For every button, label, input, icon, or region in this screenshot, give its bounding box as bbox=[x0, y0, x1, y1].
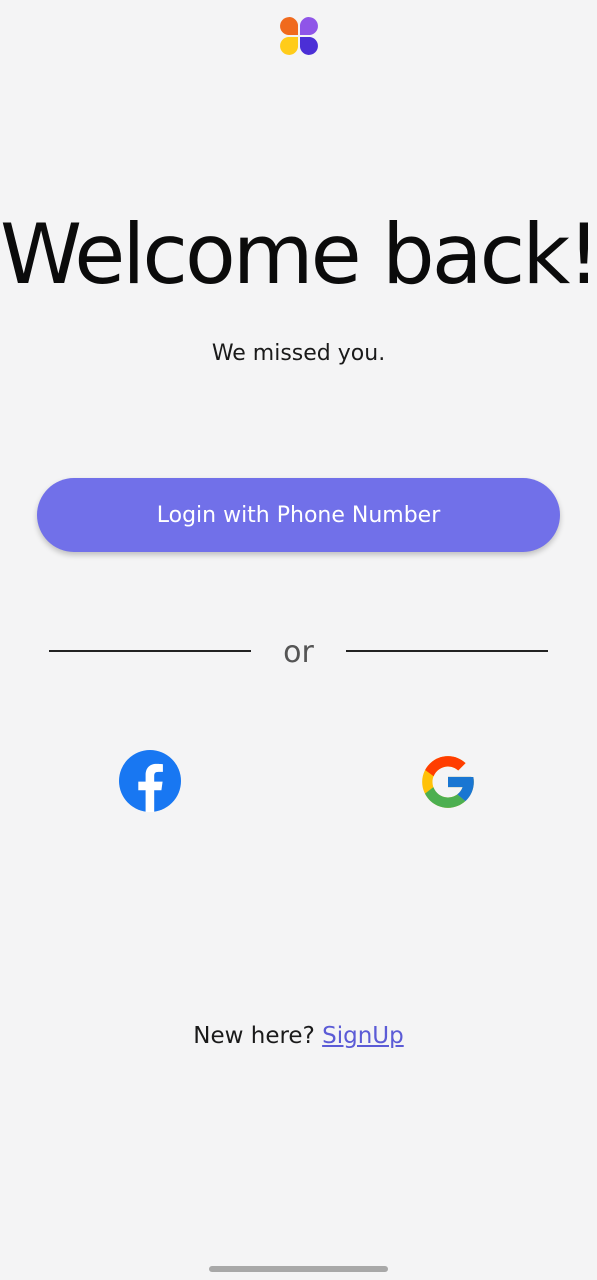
divider-line-right bbox=[346, 650, 548, 652]
divider-or-label: or bbox=[283, 635, 314, 670]
signup-prompt-row: New here? SignUp bbox=[0, 1019, 597, 1053]
page-title: Welcome back! bbox=[0, 206, 597, 303]
google-icon bbox=[422, 756, 474, 808]
signup-link[interactable]: SignUp bbox=[322, 1023, 404, 1049]
facebook-login-button[interactable] bbox=[119, 750, 181, 812]
home-indicator[interactable] bbox=[209, 1266, 388, 1272]
facebook-icon bbox=[119, 750, 181, 812]
page-subtitle: We missed you. bbox=[211, 341, 386, 366]
four-petal-logo-icon bbox=[280, 17, 318, 55]
divider-line-left bbox=[49, 650, 251, 652]
login-with-phone-label: Login with Phone Number bbox=[156, 502, 441, 528]
signup-prompt-text: New here? bbox=[193, 1023, 323, 1049]
app-logo bbox=[278, 15, 320, 57]
google-login-button[interactable] bbox=[417, 751, 479, 813]
login-with-phone-button[interactable]: Login with Phone Number bbox=[37, 478, 560, 552]
